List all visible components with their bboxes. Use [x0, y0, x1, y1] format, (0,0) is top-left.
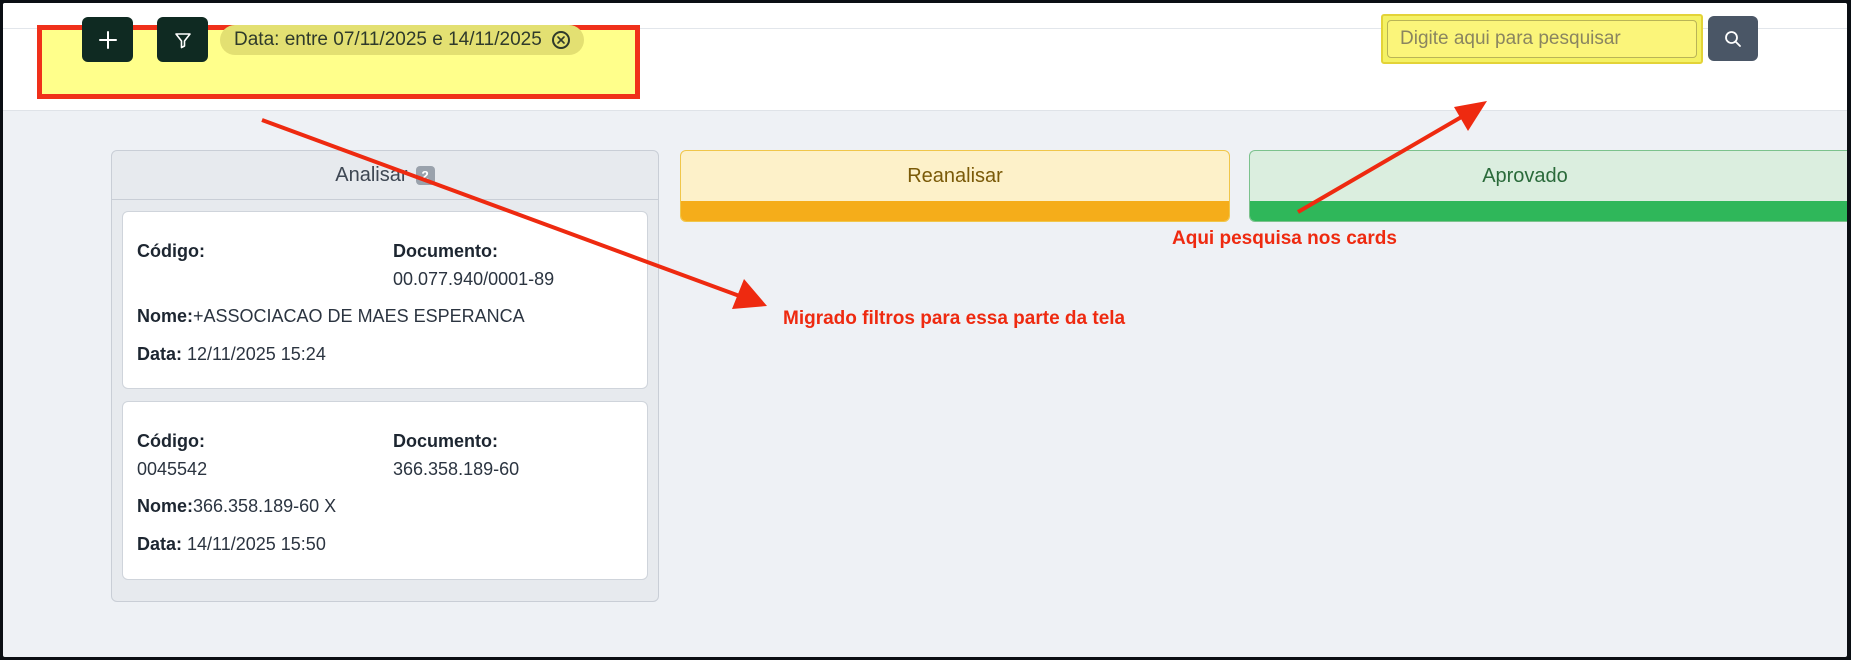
kanban-card[interactable]: Código: Documento: 00.077.940/0001-89 No…	[122, 211, 648, 389]
search-highlight	[1381, 14, 1703, 64]
nome-row: Nome:366.358.189-60 X	[137, 496, 336, 517]
nome-value: 366.358.189-60 X	[193, 496, 337, 516]
add-button[interactable]	[82, 17, 133, 62]
data-row: Data: 12/11/2025 15:24	[137, 344, 326, 365]
column-reanalisar: Reanalisar	[680, 150, 1230, 222]
codigo-label: Código:	[137, 241, 205, 261]
annotation-search: Aqui pesquisa nos cards	[1172, 228, 1397, 249]
nome-row: Nome:+ASSOCIACAO DE MAES ESPERANCA	[137, 306, 525, 327]
column-title: Analisar	[335, 163, 408, 186]
documento-value: 00.077.940/0001-89	[393, 269, 555, 289]
documento-value: 366.358.189-60	[393, 459, 520, 479]
data-value: 12/11/2025 15:24	[187, 344, 326, 364]
column-status-bar	[681, 201, 1229, 221]
close-circle-icon[interactable]	[551, 31, 570, 49]
plus-icon	[98, 30, 117, 49]
column-aprovado: Aprovado	[1249, 150, 1847, 222]
column-header: Analisar 2	[112, 151, 658, 200]
date-filter-chip[interactable]: Data: entre 07/11/2025 e 14/11/2025	[220, 25, 584, 55]
search-button[interactable]	[1708, 16, 1758, 61]
filter-icon	[174, 32, 191, 48]
date-filter-label: Data: entre 07/11/2025 e 14/11/2025	[234, 29, 542, 50]
search-input[interactable]	[1387, 20, 1697, 58]
kanban-card[interactable]: Código: 0045542 Documento: 366.358.189-6…	[122, 401, 648, 580]
column-status-bar	[1250, 201, 1847, 221]
column-title: Reanalisar	[907, 164, 1003, 187]
annotation-filters: Migrado filtros para essa parte da tela	[783, 308, 1126, 329]
search-icon	[1725, 30, 1741, 47]
nome-label: Nome:	[137, 306, 194, 326]
codigo-value: 0045542	[137, 459, 208, 479]
filter-button[interactable]	[157, 17, 208, 62]
data-label: Data:	[137, 534, 183, 554]
documento-label: Documento:	[393, 241, 498, 261]
data-row: Data: 14/11/2025 15:50	[137, 534, 326, 555]
nome-label: Nome:	[137, 496, 194, 516]
nome-value: +ASSOCIACAO DE MAES ESPERANCA	[193, 306, 525, 326]
count-badge: 2	[415, 165, 435, 185]
codigo-label: Código:	[137, 431, 205, 451]
column-title: Aprovado	[1482, 164, 1568, 187]
column-analisar: Analisar 2 Código: Documento: 00.077.940…	[111, 150, 659, 602]
data-label: Data:	[137, 344, 183, 364]
app-frame: Data: entre 07/11/2025 e 14/11/2025 Anal…	[3, 3, 1847, 657]
data-value: 14/11/2025 15:50	[187, 534, 326, 554]
documento-label: Documento:	[393, 431, 498, 451]
